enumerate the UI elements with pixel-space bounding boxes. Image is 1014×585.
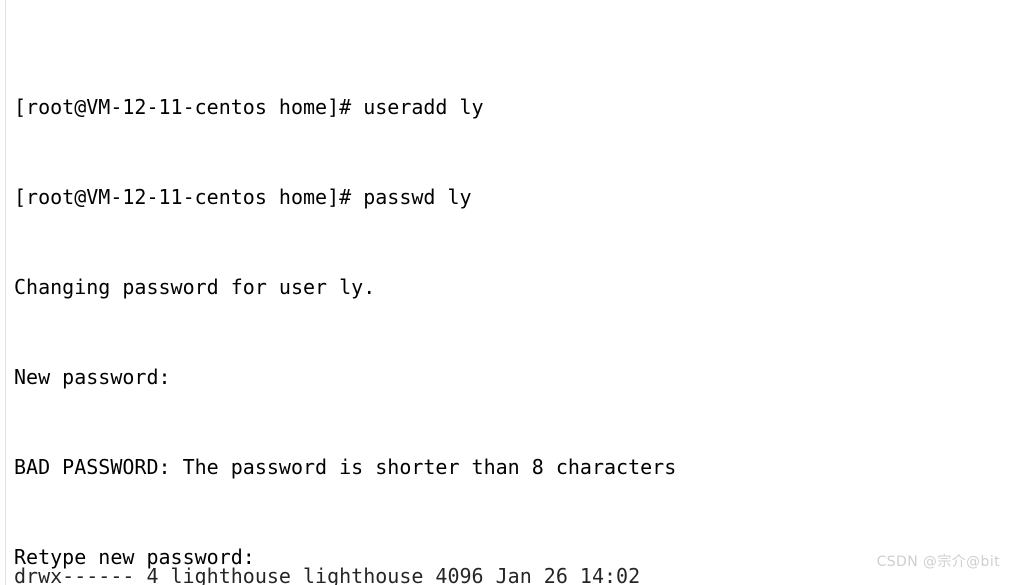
terminal-line-output: BAD PASSWORD: The password is shorter th… xyxy=(14,455,677,479)
terminal-line-output: Changing password for user ly. xyxy=(14,275,376,299)
terminal-window[interactable]: [root@VM-12-11-centos home]# useradd ly … xyxy=(0,0,1014,585)
terminal-line-output: New password: xyxy=(14,365,171,389)
listing-row-clipped: drwx------ 4 lighthouse lighthouse 4096 … xyxy=(14,561,652,585)
watermark: CSDN @宗介@bit xyxy=(876,554,1000,570)
terminal-line-prompt: [root@VM-12-11-centos home]# passwd ly xyxy=(14,185,472,209)
left-edge-rule xyxy=(5,0,6,585)
terminal-line-prompt: [root@VM-12-11-centos home]# useradd ly xyxy=(14,95,484,119)
listing-meta: drwx------ 4 lighthouse lighthouse 4096 … xyxy=(14,564,653,585)
terminal-output-area[interactable]: [root@VM-12-11-centos home]# useradd ly … xyxy=(14,2,1014,585)
